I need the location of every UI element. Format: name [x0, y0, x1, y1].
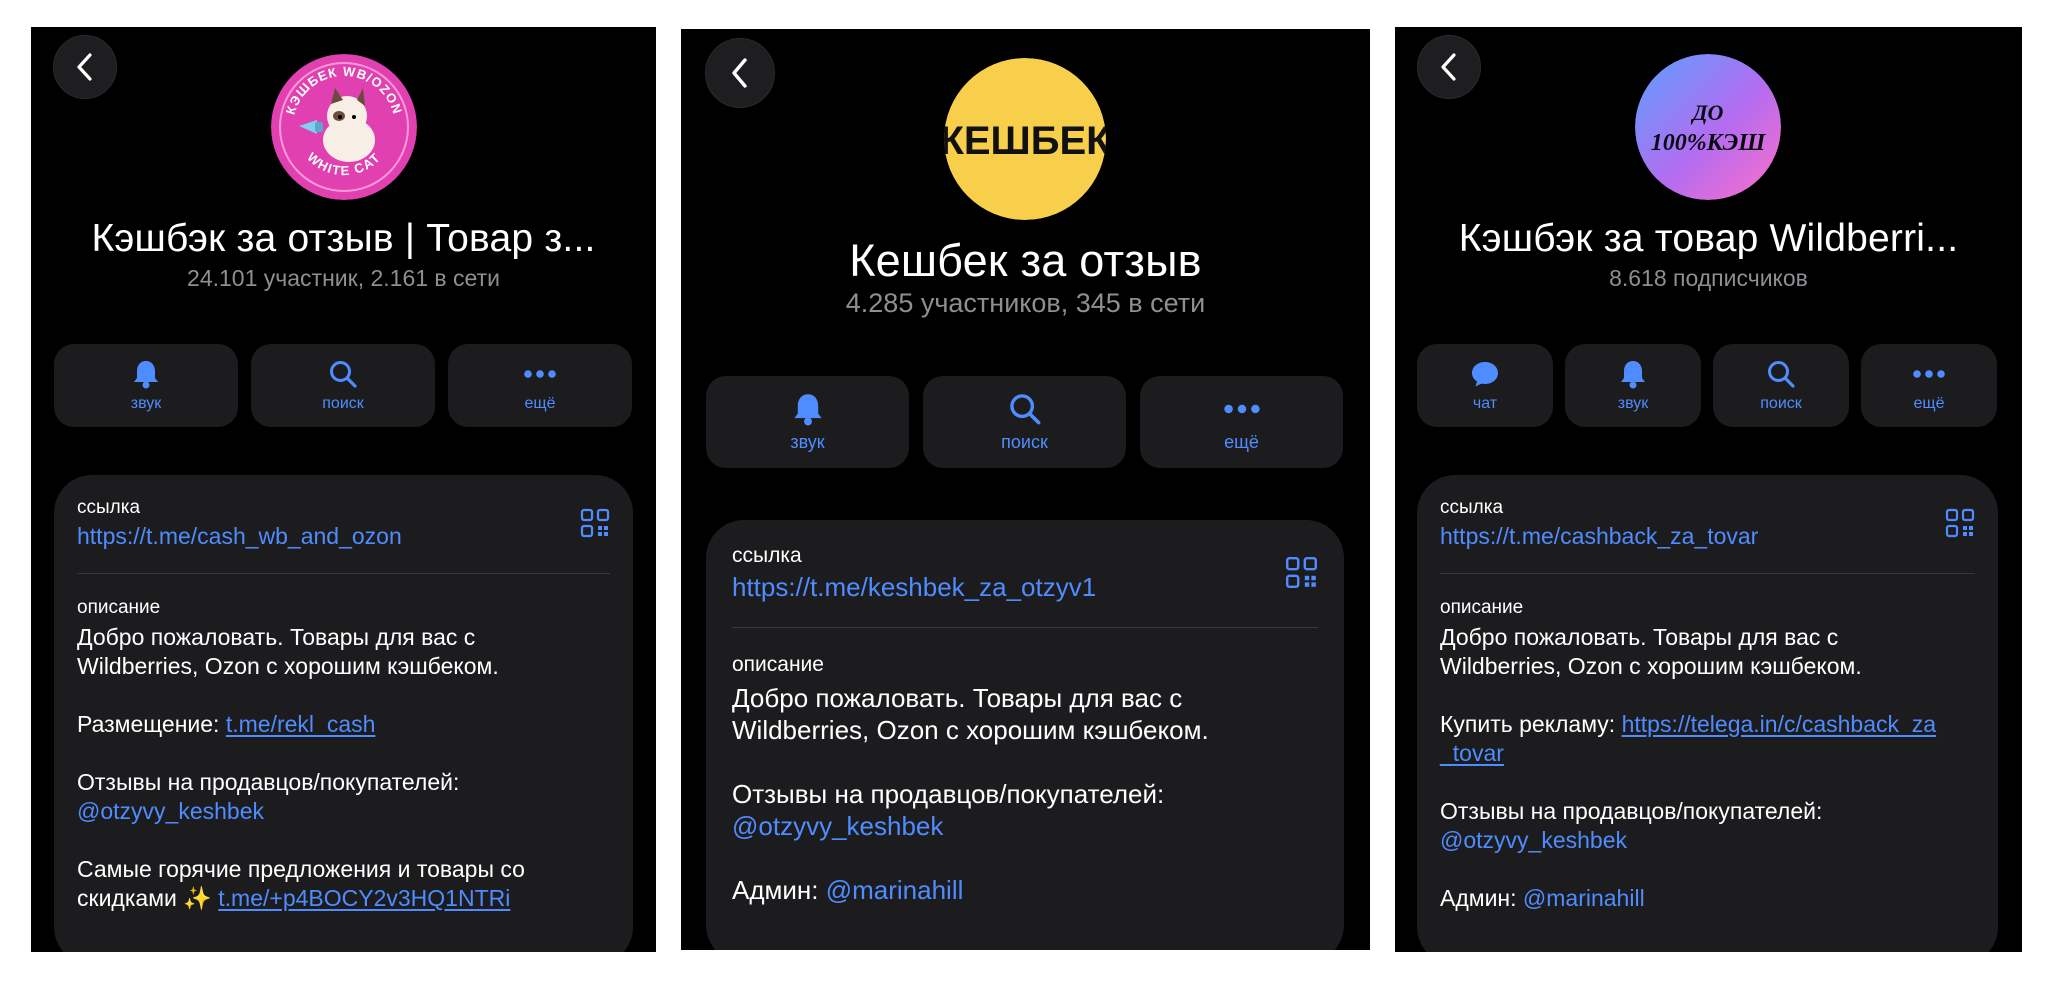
search-label: поиск [1760, 394, 1802, 412]
channel-avatar[interactable]: ДО 100%КЭШ [1635, 54, 1781, 200]
link-label: ссылка [732, 544, 802, 567]
search-button[interactable]: поиск [251, 344, 435, 427]
info-card: ссылка https://t.me/cash_wb_and_ozon опи… [54, 475, 633, 952]
info-card: ссылка https://t.me/keshbek_za_otzyv1 оп… [706, 520, 1344, 950]
hot-offers-link[interactable]: t.me/+p4BOCY2v3HQ1NTRi [218, 885, 510, 911]
back-button[interactable] [1417, 35, 1481, 99]
more-label: ещё [524, 394, 556, 412]
mute-button[interactable]: звук [1565, 344, 1701, 427]
search-label: поиск [322, 394, 364, 412]
description-text: Добро пожаловать. Товары для вас с Wildb… [732, 682, 1317, 906]
channel-subtitle: 4.285 участников, 345 в сети [845, 288, 1206, 318]
admin-handle-link[interactable]: @marinahill [1523, 885, 1645, 911]
channel-profile-panel-2: КЕШБЕК Кешбек за отзыв 4.285 участников,… [681, 29, 1370, 950]
more-label: ещё [1224, 431, 1259, 452]
admin-label: Админ: [1440, 885, 1523, 911]
channel-avatar[interactable]: КЕШБЕК [944, 58, 1106, 220]
description-label: описание [1440, 597, 1524, 618]
ads-label: Купить рекламу: [1440, 711, 1622, 737]
more-icon [523, 359, 557, 389]
reviews-label: Отзывы на продавцов/покупателей: [1440, 798, 1823, 824]
mute-label: звук [130, 394, 162, 412]
channel-link[interactable]: https://t.me/cashback_za_tovar [1440, 523, 1758, 550]
description-intro: Добро пожаловать. Товары для вас с Wildb… [1440, 624, 1862, 679]
mute-button[interactable]: звук [54, 344, 238, 427]
action-bar: звук поиск ещё [54, 344, 632, 427]
channel-profile-panel-1: КЭШБЕК WB/OZON WHITE CAT Кэшбэк за отзыв… [31, 27, 656, 952]
channel-title: Кэшбэк за товар Wildberri... [1458, 217, 1959, 260]
channel-profile-panel-3: ДО 100%КЭШ Кэшбэк за товар Wildberri... … [1395, 27, 2022, 952]
description-text: Добро пожаловать. Товары для вас с Wildb… [1440, 623, 1940, 913]
divider [77, 573, 610, 574]
channel-avatar[interactable]: КЭШБЕК WB/OZON WHITE CAT [271, 54, 417, 200]
more-button[interactable]: ещё [1861, 344, 1997, 427]
link-label: ссылка [77, 497, 141, 518]
chevron-left-icon [732, 58, 747, 88]
action-bar: чат звук поиск ещё [1417, 344, 1997, 427]
back-button[interactable] [53, 35, 117, 99]
channel-subtitle: 8.618 подписчиков [1609, 265, 1808, 291]
search-button[interactable]: поиск [1713, 344, 1849, 427]
description-intro: Добро пожаловать. Товары для вас с Wildb… [77, 624, 499, 679]
avatar-text-top: ДО [1691, 100, 1724, 125]
reviews-label: Отзывы на продавцов/покупателей: [77, 769, 460, 795]
channel-link[interactable]: https://t.me/cash_wb_and_ozon [77, 523, 402, 550]
channel-title: Кешбек за отзыв [849, 235, 1202, 286]
search-button[interactable]: поиск [923, 376, 1126, 468]
bell-icon [1619, 359, 1647, 389]
reviews-label: Отзывы на продавцов/покупателей: [732, 779, 1165, 809]
description-label: описание [77, 597, 161, 618]
search-icon [1008, 392, 1042, 426]
action-bar: звук поиск ещё [706, 376, 1343, 468]
chat-button[interactable]: чат [1417, 344, 1553, 427]
channel-link[interactable]: https://t.me/keshbek_za_otzyv1 [732, 572, 1096, 603]
bell-icon [132, 359, 160, 389]
placement-label: Размещение: [77, 711, 226, 737]
chat-icon [1470, 359, 1500, 389]
admin-label: Админ: [732, 875, 826, 905]
search-label: поиск [1001, 431, 1048, 452]
more-icon [1912, 359, 1946, 389]
more-button[interactable]: ещё [1140, 376, 1343, 468]
mute-button[interactable]: звук [706, 376, 909, 468]
avatar-text-bottom: 100%КЭШ [1651, 130, 1767, 156]
chevron-left-icon [1441, 53, 1456, 81]
description-label: описание [732, 653, 824, 676]
more-button[interactable]: ещё [448, 344, 632, 427]
qr-code-icon[interactable] [1945, 508, 1975, 543]
divider [1440, 573, 1975, 574]
placement-link[interactable]: t.me/rekl_cash [226, 711, 376, 737]
search-icon [328, 359, 358, 389]
more-label: ещё [1913, 394, 1945, 412]
mute-label: звук [1617, 394, 1649, 412]
search-icon [1766, 359, 1796, 389]
avatar-text: КЕШБЕК [944, 119, 1106, 163]
more-icon [1223, 392, 1261, 426]
admin-handle-link[interactable]: @marinahill [826, 875, 964, 905]
reviews-handle-link[interactable]: @otzyvy_keshbek [1440, 827, 1627, 853]
description-text: Добро пожаловать. Товары для вас с Wildb… [77, 623, 597, 913]
channel-title: Кэшбэк за отзыв | Товар з... [91, 217, 596, 260]
reviews-handle-link[interactable]: @otzyvy_keshbek [77, 798, 264, 824]
info-card: ссылка https://t.me/cashback_za_tovar оп… [1417, 475, 1998, 952]
mute-label: звук [790, 431, 825, 452]
link-label: ссылка [1440, 497, 1504, 518]
reviews-handle-link[interactable]: @otzyvy_keshbek [732, 811, 943, 841]
chat-label: чат [1472, 394, 1498, 412]
channel-subtitle: 24.101 участник, 2.161 в сети [187, 265, 500, 291]
bell-icon [792, 392, 824, 426]
description-intro: Добро пожаловать. Товары для вас с Wildb… [732, 683, 1209, 745]
chevron-left-icon [77, 53, 92, 81]
divider [732, 627, 1318, 628]
qr-code-icon[interactable] [580, 508, 610, 543]
qr-code-icon[interactable] [1285, 556, 1318, 594]
back-button[interactable] [705, 38, 775, 108]
